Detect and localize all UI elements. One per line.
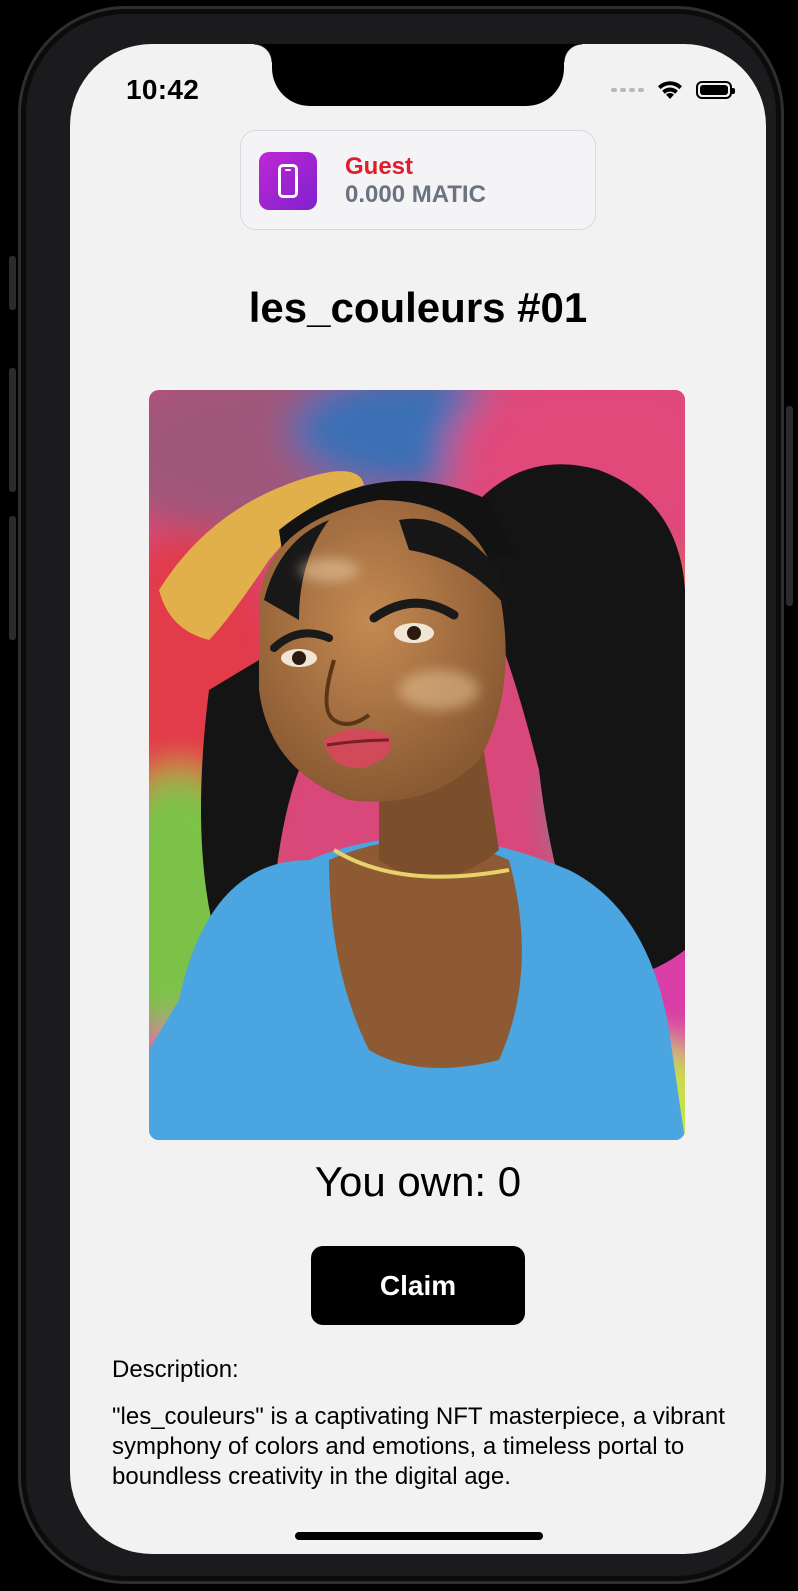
notch — [254, 44, 582, 106]
description-label: Description: — [112, 1356, 239, 1383]
claim-button[interactable]: Claim — [311, 1246, 525, 1325]
volume-up-button — [9, 368, 16, 492]
status-time: 10:42 — [126, 74, 200, 105]
wallet-balance: 0.000 MATIC — [345, 181, 486, 208]
volume-down-button — [9, 516, 16, 640]
wallet-connect-button[interactable]: Guest 0.000 MATIC — [240, 130, 596, 230]
owned-count: You own: 0 — [314, 1158, 522, 1205]
power-button — [786, 406, 793, 606]
nft-image — [149, 390, 685, 1140]
smartphone-icon — [259, 152, 317, 210]
cellular-signal-icon — [611, 88, 644, 92]
phone-frame: 10:42 Guest 0.000 MATIC les_couleurs #01 — [9, 6, 793, 1584]
app-screen: 10:42 Guest 0.000 MATIC les_couleurs #01 — [70, 44, 766, 1554]
silent-switch — [9, 256, 16, 310]
status-icons — [611, 78, 735, 102]
battery-icon — [696, 81, 735, 99]
wallet-name: Guest — [345, 153, 414, 180]
home-indicator[interactable] — [295, 1532, 543, 1540]
wifi-icon — [658, 81, 682, 99]
description-text: "les_couleurs" is a captivating NFT mast… — [112, 1403, 725, 1490]
nft-title: les_couleurs #01 — [248, 284, 588, 331]
